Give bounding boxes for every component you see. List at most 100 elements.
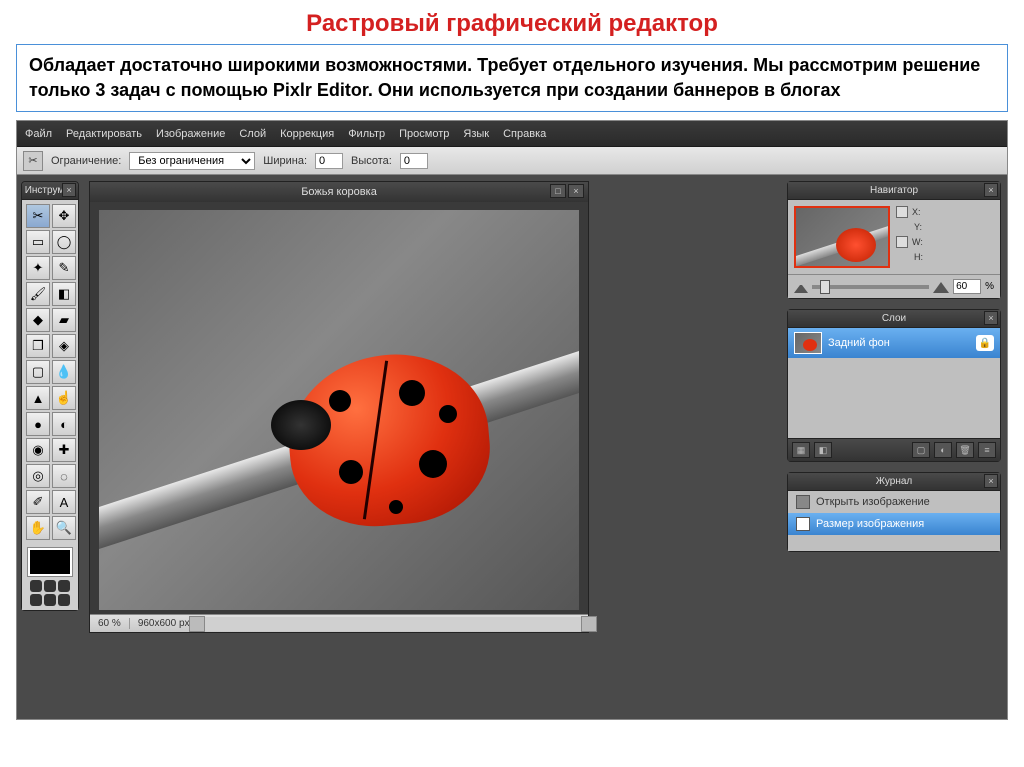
tool-bloat[interactable]: ◎ xyxy=(26,464,50,488)
layers-footer: ▦ ◧ ▢ ◐ 🗑 ≡ xyxy=(788,438,1000,461)
tool-wand[interactable]: ✦ xyxy=(26,256,50,280)
navigator-close-icon[interactable]: × xyxy=(984,183,998,197)
layers-title-text: Слои xyxy=(882,313,906,324)
tool-replace[interactable]: ◈ xyxy=(52,334,76,358)
canvas-statusbar: 60 % 960x600 px xyxy=(90,614,588,632)
menu-language[interactable]: Язык xyxy=(463,128,489,140)
page-description: Обладает достаточно широкими возможностя… xyxy=(16,44,1008,112)
tool-spot[interactable]: ✚ xyxy=(52,438,76,462)
xy-icon xyxy=(896,206,908,218)
horizontal-scrollbar[interactable] xyxy=(203,617,584,631)
tool-dodge[interactable]: ◐ xyxy=(52,412,76,436)
tool-smudge[interactable]: ☝ xyxy=(52,386,76,410)
constraint-select[interactable]: Без ограничения xyxy=(129,152,255,170)
tools-grid: ✂✥▭◯✦✎🖌◧◆▰❐◈▢💧▲☝●◐◉✚◎◌✐A✋🔍 xyxy=(22,200,78,544)
swatch-6[interactable] xyxy=(58,594,70,606)
tool-picker[interactable]: ✐ xyxy=(26,490,50,514)
menu-help[interactable]: Справка xyxy=(503,128,546,140)
menu-filter[interactable]: Фильтр xyxy=(348,128,385,140)
layers-opt2-icon[interactable]: ◧ xyxy=(814,442,832,458)
navigator-panel: Навигатор × X: Y: W: H: xyxy=(787,181,1001,299)
tool-redeye[interactable]: ◉ xyxy=(26,438,50,462)
swatch-5[interactable] xyxy=(44,594,56,606)
canvas-title-text: Божья коровка xyxy=(301,186,377,198)
tool-bucket[interactable]: ◆ xyxy=(26,308,50,332)
tool-clone[interactable]: ❐ xyxy=(26,334,50,358)
history-item-open[interactable]: Открыть изображение xyxy=(788,491,1000,513)
tool-sponge[interactable]: ● xyxy=(26,412,50,436)
width-label: Ширина: xyxy=(263,155,307,167)
layer-row[interactable]: Задний фон 🔒 xyxy=(788,328,1000,358)
maximize-icon[interactable]: □ xyxy=(550,184,566,198)
layers-panel: Слои × Задний фон 🔒 ▦ ◧ ▢ ◐ 🗑 xyxy=(787,309,1001,462)
layers-body: Задний фон 🔒 xyxy=(788,328,1000,438)
menu-image[interactable]: Изображение xyxy=(156,128,225,140)
zoom-slider[interactable] xyxy=(812,285,929,289)
h-label: H: xyxy=(914,252,923,262)
canvas-area[interactable] xyxy=(99,210,579,610)
tool-hand[interactable]: ✋ xyxy=(26,516,50,540)
tool-draw[interactable]: ▢ xyxy=(26,360,50,384)
menu-adjustment[interactable]: Коррекция xyxy=(280,128,334,140)
history-label: Открыть изображение xyxy=(816,496,930,508)
tool-pencil[interactable]: ✎ xyxy=(52,256,76,280)
navigator-zoom-row: % xyxy=(788,274,1000,298)
mask-icon[interactable]: ◐ xyxy=(934,442,952,458)
ladybug-graphic xyxy=(279,350,499,530)
page-title: Растровый графический редактор xyxy=(0,0,1024,44)
menu-layer[interactable]: Слой xyxy=(239,128,266,140)
menu-edit[interactable]: Редактировать xyxy=(66,128,142,140)
delete-layer-icon[interactable]: 🗑 xyxy=(956,442,974,458)
close-icon[interactable]: × xyxy=(568,184,584,198)
tools-close-icon[interactable]: × xyxy=(62,183,76,197)
tool-sharpen[interactable]: ▲ xyxy=(26,386,50,410)
tool-zoom[interactable]: 🔍 xyxy=(52,516,76,540)
x-label: X: xyxy=(912,207,921,217)
lock-icon[interactable]: 🔒 xyxy=(976,335,994,351)
layers-close-icon[interactable]: × xyxy=(984,311,998,325)
menubar: Файл Редактировать Изображение Слой Корр… xyxy=(17,121,1007,147)
crop-icon: ✂ xyxy=(23,151,43,171)
history-title: Журнал × xyxy=(788,473,1000,491)
menu-view[interactable]: Просмотр xyxy=(399,128,449,140)
tool-type[interactable]: A xyxy=(52,490,76,514)
zoom-unit: % xyxy=(985,281,994,292)
menu-file[interactable]: Файл xyxy=(25,128,52,140)
navigator-thumbnail[interactable] xyxy=(794,206,890,268)
history-title-text: Журнал xyxy=(876,476,913,487)
tool-crop[interactable]: ✂ xyxy=(26,204,50,228)
width-input[interactable] xyxy=(315,153,343,169)
tool-marquee[interactable]: ▭ xyxy=(26,230,50,254)
new-layer-icon[interactable]: ▢ xyxy=(912,442,930,458)
workspace: Инструмен × ✂✥▭◯✦✎🖌◧◆▰❐◈▢💧▲☝●◐◉✚◎◌✐A✋🔍 xyxy=(17,175,1007,719)
zoom-readout: 60 % xyxy=(90,618,130,629)
layers-menu-icon[interactable]: ≡ xyxy=(978,442,996,458)
canvas-window: Божья коровка □ × xyxy=(89,181,589,633)
swatch-1[interactable] xyxy=(30,580,42,592)
swatch-2[interactable] xyxy=(44,580,56,592)
history-label: Размер изображения xyxy=(816,518,924,530)
tool-brush[interactable]: 🖌 xyxy=(26,282,50,306)
tool-blur[interactable]: 💧 xyxy=(52,360,76,384)
tool-gradient[interactable]: ▰ xyxy=(52,308,76,332)
canvas-titlebar[interactable]: Божья коровка □ × xyxy=(90,182,588,202)
history-resize-icon xyxy=(796,517,810,531)
history-close-icon[interactable]: × xyxy=(984,474,998,488)
navigator-body: X: Y: W: H: xyxy=(788,200,1000,274)
tool-pinch[interactable]: ◌ xyxy=(52,464,76,488)
layers-opt1-icon[interactable]: ▦ xyxy=(792,442,810,458)
swatch-4[interactable] xyxy=(30,594,42,606)
tool-lasso[interactable]: ◯ xyxy=(52,230,76,254)
zoom-in-icon[interactable] xyxy=(933,281,949,293)
history-item-resize[interactable]: Размер изображения xyxy=(788,513,1000,535)
zoom-out-icon[interactable] xyxy=(794,281,808,293)
history-open-icon xyxy=(796,495,810,509)
height-input[interactable] xyxy=(400,153,428,169)
tool-move[interactable]: ✥ xyxy=(52,204,76,228)
foreground-color-swatch[interactable] xyxy=(28,548,72,576)
zoom-input[interactable] xyxy=(953,279,981,294)
layer-thumbnail xyxy=(794,332,822,354)
history-panel: Журнал × Открыть изображение Размер изоб… xyxy=(787,472,1001,552)
swatch-3[interactable] xyxy=(58,580,70,592)
tool-eraser[interactable]: ◧ xyxy=(52,282,76,306)
